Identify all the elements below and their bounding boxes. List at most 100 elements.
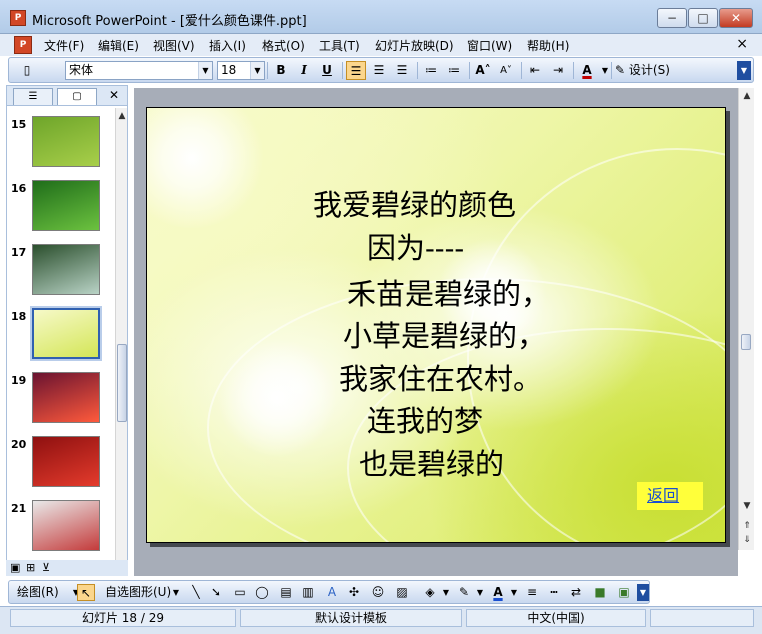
status-bar: 幻灯片 18 / 29 默认设计模板 中文(中国) (0, 606, 762, 634)
tab-slides[interactable]: ▢ (57, 88, 97, 105)
next-slide-icon[interactable]: ⇓ (741, 534, 753, 546)
toolbar-divider (611, 62, 612, 79)
poem-line: 我家住在农村。 (339, 362, 543, 396)
back-link[interactable]: 返回 (637, 482, 703, 510)
dash-style-icon[interactable]: ┅ (545, 584, 563, 601)
decrease-indent-icon[interactable]: ⇤ (525, 61, 545, 80)
bold-button[interactable]: B (271, 61, 291, 80)
line-icon[interactable]: ╲ (187, 584, 205, 601)
slide-thumbnail[interactable] (32, 244, 100, 295)
draw-menu-button[interactable]: 绘图(R) (17, 584, 59, 601)
align-left-icon[interactable]: ☰ (346, 61, 366, 80)
increase-font-icon[interactable]: A˄ (473, 61, 493, 80)
maximize-button[interactable]: □ (688, 8, 718, 28)
menu-tools[interactable]: 工具(T) (319, 37, 360, 54)
chevron-down-icon[interactable]: ▼ (167, 584, 185, 601)
chevron-down-icon[interactable]: ▼ (250, 62, 264, 79)
slide-editing-area: 我爱碧绿的颜色 因为---- 禾苗是碧绿的， 小草是碧绿的， 我家住在农村。 连… (134, 88, 738, 576)
toolbar-divider (267, 62, 268, 79)
increase-indent-icon[interactable]: ⇥ (548, 61, 568, 80)
menu-view[interactable]: 视图(V) (153, 37, 195, 54)
chevron-down-icon[interactable]: ▼ (198, 62, 212, 79)
minimize-button[interactable]: − (657, 8, 687, 28)
toolbar-divider (521, 62, 522, 79)
menu-format[interactable]: 格式(O) (262, 37, 305, 54)
diagram-icon[interactable]: ✣ (345, 584, 363, 601)
toolbar-divider (342, 62, 343, 79)
menu-edit[interactable]: 编辑(E) (98, 37, 139, 54)
numbered-list-icon[interactable]: ≔ (421, 61, 441, 80)
rectangle-icon[interactable]: ▭ (231, 584, 249, 601)
scroll-up-icon[interactable]: ▲ (116, 110, 128, 122)
scrollbar-thumb[interactable] (117, 344, 127, 422)
slide-thumbnail[interactable] (32, 116, 100, 167)
font-name-select[interactable]: 宋体 ▼ (65, 61, 213, 80)
chevron-down-icon[interactable]: ▼ (505, 584, 523, 601)
menu-slideshow[interactable]: 幻灯片放映(D) (375, 37, 454, 54)
autoshapes-button[interactable]: 自选图形(U) (105, 584, 171, 601)
font-size-select[interactable]: 18 ▼ (217, 61, 265, 80)
design-icon: ✎ (615, 63, 626, 77)
slide-thumbnail[interactable] (32, 436, 100, 487)
poem-line: 也是碧绿的 (359, 447, 505, 481)
previous-slide-icon[interactable]: ⇑ (741, 520, 753, 532)
picture-icon[interactable]: ▨ (393, 584, 411, 601)
slideshow-view-icon[interactable]: ⊻ (42, 561, 50, 574)
select-objects-icon[interactable]: ↖ (77, 584, 95, 601)
toolbar-options-icon[interactable]: ▼ (737, 61, 751, 80)
slide-thumbnail[interactable] (32, 180, 100, 231)
chevron-down-icon[interactable]: ▼ (471, 584, 489, 601)
line-style-icon[interactable]: ≡ (523, 584, 541, 601)
clipart-icon[interactable]: ☺ (369, 584, 387, 601)
toolbar-options-icon[interactable]: ▼ (637, 584, 649, 601)
document-icon[interactable]: P (14, 36, 32, 54)
underline-button[interactable]: U (317, 61, 337, 80)
slide-thumbnail[interactable] (30, 306, 102, 361)
current-slide[interactable]: 我爱碧绿的颜色 因为---- 禾苗是碧绿的， 小草是碧绿的， 我家住在农村。 连… (146, 107, 726, 543)
new-document-icon[interactable]: ▯ (17, 61, 37, 80)
document-close-icon[interactable]: × (736, 36, 748, 52)
font-color-button[interactable]: A (577, 61, 597, 80)
menu-insert[interactable]: 插入(I) (209, 37, 246, 54)
slide-thumbnail[interactable] (32, 372, 100, 423)
poem-line: 小草是碧绿的， (343, 319, 547, 353)
slide-thumbnail[interactable] (32, 500, 100, 551)
scroll-down-icon[interactable]: ▼ (741, 500, 753, 512)
menu-file[interactable]: 文件(F) (44, 37, 84, 54)
toolbar-divider (573, 62, 574, 79)
design-button[interactable]: ✎ 设计(S) (615, 61, 681, 80)
bullet-list-icon[interactable]: ≔ (444, 61, 464, 80)
close-button[interactable]: ✕ (719, 8, 753, 28)
design-label: 设计(S) (628, 63, 670, 77)
scrollbar-thumb[interactable] (741, 334, 751, 350)
textbox-icon[interactable]: ▤ (277, 584, 295, 601)
menu-window[interactable]: 窗口(W) (467, 37, 512, 54)
scroll-up-icon[interactable]: ▲ (741, 90, 753, 102)
slide-number: 17 (11, 246, 27, 259)
shadow-style-icon[interactable]: ■ (591, 584, 609, 601)
font-name-value: 宋体 (69, 63, 94, 77)
wordart-icon[interactable]: A (323, 584, 341, 601)
powerpoint-icon[interactable]: P (10, 10, 26, 26)
align-center-icon[interactable]: ☰ (369, 61, 389, 80)
tab-outline[interactable]: ☰ (13, 88, 53, 105)
title-bar: P Microsoft PowerPoint - [爱什么颜色课件.ppt] −… (0, 0, 762, 34)
panel-scrollbar[interactable]: ▲ ▼ (115, 108, 127, 574)
chevron-down-icon[interactable]: ▼ (437, 584, 455, 601)
vertical-textbox-icon[interactable]: ▥ (299, 584, 317, 601)
slide-sorter-icon[interactable]: ⊞ (26, 561, 35, 574)
decrease-font-icon[interactable]: A˅ (496, 61, 516, 80)
panel-close-icon[interactable]: ✕ (109, 88, 119, 102)
chevron-down-icon[interactable]: ▼ (595, 61, 615, 80)
poem-line: 因为---- (367, 231, 465, 265)
arrow-style-icon[interactable]: ⇄ (567, 584, 585, 601)
normal-view-icon[interactable]: ▣ (10, 561, 20, 574)
oval-icon[interactable]: ◯ (253, 584, 271, 601)
align-right-icon[interactable]: ☰ (392, 61, 412, 80)
3d-style-icon[interactable]: ▣ (615, 584, 633, 601)
menu-help[interactable]: 帮助(H) (527, 37, 569, 54)
italic-button[interactable]: I (294, 61, 314, 80)
slide-scrollbar[interactable]: ▲ ▼ ⇑ ⇓ (738, 88, 754, 550)
arrow-icon[interactable]: ➘ (207, 584, 225, 601)
slide-number: 18 (11, 310, 27, 323)
